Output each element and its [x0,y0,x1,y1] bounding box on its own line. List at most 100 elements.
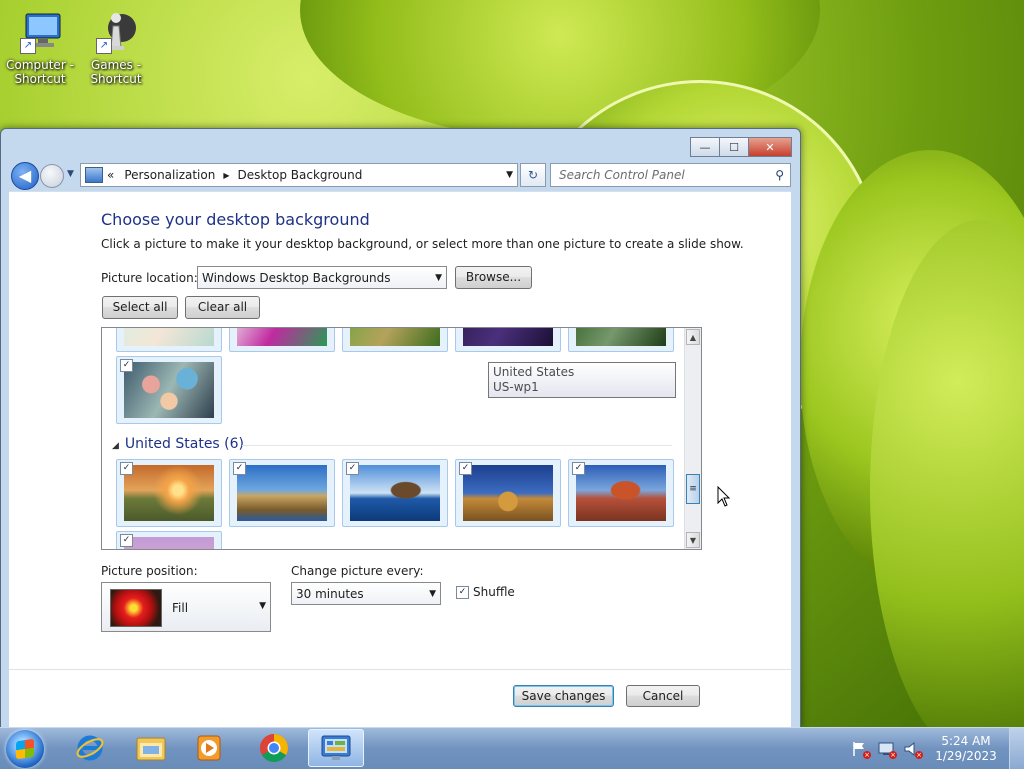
games-chess-icon: ↗ [92,10,140,54]
clock-date: 1/29/2023 [935,748,997,763]
picture-thumbnail [350,465,440,521]
picture-location-dropdown[interactable]: Windows Desktop Backgrounds ▼ [197,266,447,289]
picture-position-dropdown[interactable]: Fill ▼ [101,582,271,632]
picture-tile[interactable] [568,328,674,352]
breadcrumb-personalization[interactable]: Personalization [124,168,215,182]
gallery-scrollbar[interactable]: ▲ ≡ ▼ [684,328,701,549]
desktop-icon-games[interactable]: ↗ Games - Shortcut [76,10,156,86]
flower-thumbnail-icon [110,589,162,627]
checkbox-check-icon[interactable]: ✓ [456,585,469,599]
shortcut-arrow-icon: ↗ [96,38,112,54]
search-input[interactable] [557,167,761,183]
change-picture-label: Change picture every: [291,564,424,578]
start-button[interactable] [6,730,44,768]
picture-tile[interactable]: ✓ [455,459,561,527]
shuffle-checkbox[interactable]: ✓ Shuffle [456,585,515,599]
network-icon[interactable]: × [877,741,897,759]
desktop-icon-label: Shortcut [90,72,142,86]
action-center-flag-icon[interactable]: × [851,741,871,759]
chevron-down-icon: ▼ [435,272,442,283]
breadcrumb-desktop-background[interactable]: Desktop Background [237,168,362,182]
picture-checkbox[interactable]: ✓ [233,462,246,475]
picture-gallery[interactable]: ✓ United States US-wp1 ◢ United States (6… [101,327,702,550]
recent-pages-dropdown[interactable]: ▼ [67,169,74,179]
close-button[interactable]: ✕ [748,137,792,157]
group-title: United States (6) [124,436,245,452]
taskbar-internet-explorer[interactable] [62,729,118,767]
maximize-button[interactable]: ☐ [719,137,749,157]
refresh-button[interactable]: ↻ [520,163,546,187]
tooltip-subtitle: US-wp1 [493,380,539,394]
picture-tile[interactable]: ✓ [568,459,674,527]
taskbar-chrome[interactable] [246,729,302,767]
picture-checkbox[interactable]: ✓ [572,462,585,475]
group-header-united-states[interactable]: ◢ United States (6) [112,436,244,452]
taskbar-windows-explorer[interactable] [123,729,179,767]
picture-location-value: Windows Desktop Backgrounds [202,270,391,285]
tooltip-title: United States [493,365,575,379]
content-pane: Choose your desktop background Click a p… [9,191,791,727]
cancel-button[interactable]: Cancel [626,685,700,707]
picture-thumbnail [463,465,553,521]
browse-button[interactable]: Browse... [455,266,532,289]
minimize-button[interactable]: — [690,137,720,157]
select-all-button[interactable]: Select all [102,296,178,319]
scroll-down-arrow-icon[interactable]: ▼ [686,532,700,548]
picture-checkbox[interactable]: ✓ [120,462,133,475]
breadcrumb-overflow[interactable]: « [107,168,114,182]
picture-tile[interactable]: ✓ [116,531,222,549]
picture-thumbnail [124,328,214,346]
picture-thumbnail [237,465,327,521]
picture-checkbox[interactable]: ✓ [346,462,359,475]
computer-icon: ↗ [16,10,64,54]
picture-thumbnail [576,328,666,346]
picture-tile[interactable]: ✓ [116,356,222,424]
save-changes-button[interactable]: Save changes [513,685,614,707]
picture-tile[interactable] [116,328,222,352]
mouse-cursor-icon [717,486,731,507]
search-icon[interactable]: ⚲ [775,168,784,182]
picture-tooltip: United States US-wp1 [488,362,676,398]
collapse-triangle-icon[interactable]: ◢ [112,441,119,451]
volume-muted-icon[interactable]: × [903,741,923,759]
group-divider [242,445,672,446]
picture-thumbnail [237,328,327,346]
footer-divider [9,669,791,670]
picture-thumbnail [124,537,214,549]
picture-checkbox[interactable]: ✓ [120,359,133,372]
picture-tile[interactable] [229,328,335,352]
picture-tile[interactable]: ✓ [116,459,222,527]
picture-tile[interactable] [342,328,448,352]
show-desktop-button[interactable] [1009,728,1024,769]
picture-thumbnail [350,328,440,346]
taskbar-control-panel[interactable] [308,729,364,767]
picture-thumbnail [124,465,214,521]
clear-all-button[interactable]: Clear all [185,296,260,319]
address-dropdown-icon[interactable]: ▼ [506,170,513,180]
desktop-icon-label: Computer - [6,58,74,72]
search-box[interactable]: ⚲ [550,163,791,187]
picture-thumbnail [576,465,666,521]
scroll-thumb[interactable]: ≡ [686,474,700,504]
change-interval-dropdown[interactable]: 30 minutes ▼ [291,582,441,605]
desktop-background-window: — ☐ ✕ ◀ ▼ « Personalization ▶ Desktop Ba… [0,128,801,728]
picture-tile[interactable] [455,328,561,352]
picture-tile[interactable]: ✓ [342,459,448,527]
picture-checkbox[interactable]: ✓ [120,534,133,547]
address-bar[interactable]: « Personalization ▶ Desktop Background ▼ [80,163,518,187]
chrome-icon [260,734,288,762]
windows-explorer-icon [136,737,166,761]
windows-logo-icon [16,738,34,760]
picture-tile[interactable]: ✓ [229,459,335,527]
taskbar-clock[interactable]: 5:24 AM 1/29/2023 [931,734,1001,764]
window-controls: — ☐ ✕ [690,137,792,157]
breadcrumb-separator-icon[interactable]: ▶ [223,171,229,180]
picture-thumbnail [463,328,553,346]
taskbar-media-player[interactable] [181,729,237,767]
scroll-up-arrow-icon[interactable]: ▲ [686,329,700,345]
desktop-icon-computer[interactable]: ↗ Computer - Shortcut [0,10,80,86]
forward-button[interactable] [40,164,64,188]
picture-checkbox[interactable]: ✓ [459,462,472,475]
clock-time: 5:24 AM [941,733,991,748]
back-button[interactable]: ◀ [11,162,39,190]
